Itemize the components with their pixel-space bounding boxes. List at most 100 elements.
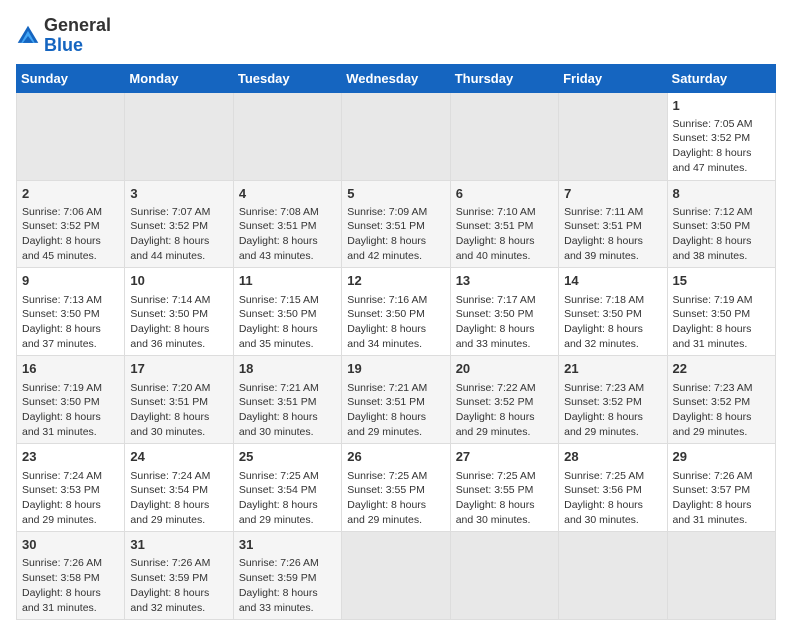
calendar-cell: 12Sunrise: 7:16 AMSunset: 3:50 PMDayligh… [342, 268, 450, 356]
day-number: 3 [130, 185, 227, 203]
sunset-text: Sunset: 3:52 PM [673, 396, 751, 408]
sunrise-text: Sunrise: 7:25 AM [456, 470, 536, 482]
daylight-text: Daylight: 8 hours and 36 minutes. [130, 323, 209, 350]
day-number: 19 [347, 360, 444, 378]
daylight-text: Daylight: 8 hours and 39 minutes. [564, 235, 643, 262]
day-number: 17 [130, 360, 227, 378]
daylight-text: Daylight: 8 hours and 30 minutes. [130, 411, 209, 438]
sunrise-text: Sunrise: 7:14 AM [130, 294, 210, 306]
day-number: 31 [130, 536, 227, 554]
sunset-text: Sunset: 3:54 PM [130, 484, 208, 496]
calendar-cell: 4Sunrise: 7:08 AMSunset: 3:51 PMDaylight… [233, 180, 341, 268]
sunrise-text: Sunrise: 7:24 AM [130, 470, 210, 482]
sunset-text: Sunset: 3:50 PM [673, 220, 751, 232]
calendar-cell [17, 92, 125, 180]
calendar-cell: 21Sunrise: 7:23 AMSunset: 3:52 PMDayligh… [559, 356, 667, 444]
calendar-cell: 16Sunrise: 7:19 AMSunset: 3:50 PMDayligh… [17, 356, 125, 444]
daylight-text: Daylight: 8 hours and 31 minutes. [22, 587, 101, 614]
sunset-text: Sunset: 3:50 PM [456, 308, 534, 320]
day-number: 8 [673, 185, 770, 203]
sunset-text: Sunset: 3:51 PM [239, 396, 317, 408]
logo: GeneralBlue [16, 16, 111, 56]
calendar-cell: 5Sunrise: 7:09 AMSunset: 3:51 PMDaylight… [342, 180, 450, 268]
sunrise-text: Sunrise: 7:19 AM [22, 382, 102, 394]
sunrise-text: Sunrise: 7:26 AM [22, 557, 102, 569]
calendar-header-row: SundayMondayTuesdayWednesdayThursdayFrid… [17, 64, 776, 92]
sunrise-text: Sunrise: 7:10 AM [456, 206, 536, 218]
sunset-text: Sunset: 3:59 PM [239, 572, 317, 584]
sunset-text: Sunset: 3:52 PM [456, 396, 534, 408]
sunset-text: Sunset: 3:51 PM [239, 220, 317, 232]
calendar-cell: 30Sunrise: 7:26 AMSunset: 3:58 PMDayligh… [17, 532, 125, 620]
day-number: 16 [22, 360, 119, 378]
calendar-cell: 2Sunrise: 7:06 AMSunset: 3:52 PMDaylight… [17, 180, 125, 268]
daylight-text: Daylight: 8 hours and 35 minutes. [239, 323, 318, 350]
sunrise-text: Sunrise: 7:09 AM [347, 206, 427, 218]
sunset-text: Sunset: 3:51 PM [347, 220, 425, 232]
daylight-text: Daylight: 8 hours and 30 minutes. [564, 499, 643, 526]
sunrise-text: Sunrise: 7:24 AM [22, 470, 102, 482]
header-tuesday: Tuesday [233, 64, 341, 92]
calendar-week-2: 9Sunrise: 7:13 AMSunset: 3:50 PMDaylight… [17, 268, 776, 356]
header-thursday: Thursday [450, 64, 558, 92]
day-number: 26 [347, 448, 444, 466]
day-number: 15 [673, 272, 770, 290]
sunrise-text: Sunrise: 7:25 AM [564, 470, 644, 482]
sunset-text: Sunset: 3:50 PM [239, 308, 317, 320]
sunset-text: Sunset: 3:51 PM [130, 396, 208, 408]
daylight-text: Daylight: 8 hours and 42 minutes. [347, 235, 426, 262]
calendar-cell: 6Sunrise: 7:10 AMSunset: 3:51 PMDaylight… [450, 180, 558, 268]
calendar-cell: 22Sunrise: 7:23 AMSunset: 3:52 PMDayligh… [667, 356, 775, 444]
sunset-text: Sunset: 3:51 PM [564, 220, 642, 232]
calendar-week-4: 23Sunrise: 7:24 AMSunset: 3:53 PMDayligh… [17, 444, 776, 532]
day-number: 25 [239, 448, 336, 466]
daylight-text: Daylight: 8 hours and 33 minutes. [239, 587, 318, 614]
header-wednesday: Wednesday [342, 64, 450, 92]
sunset-text: Sunset: 3:51 PM [456, 220, 534, 232]
sunrise-text: Sunrise: 7:08 AM [239, 206, 319, 218]
sunset-text: Sunset: 3:52 PM [22, 220, 100, 232]
calendar-week-0: 1Sunrise: 7:05 AMSunset: 3:52 PMDaylight… [17, 92, 776, 180]
calendar-cell [342, 92, 450, 180]
daylight-text: Daylight: 8 hours and 47 minutes. [673, 147, 752, 174]
daylight-text: Daylight: 8 hours and 29 minutes. [130, 499, 209, 526]
sunset-text: Sunset: 3:50 PM [564, 308, 642, 320]
sunrise-text: Sunrise: 7:23 AM [564, 382, 644, 394]
sunrise-text: Sunrise: 7:19 AM [673, 294, 753, 306]
calendar-cell: 8Sunrise: 7:12 AMSunset: 3:50 PMDaylight… [667, 180, 775, 268]
daylight-text: Daylight: 8 hours and 31 minutes. [673, 499, 752, 526]
calendar-cell: 10Sunrise: 7:14 AMSunset: 3:50 PMDayligh… [125, 268, 233, 356]
sunrise-text: Sunrise: 7:16 AM [347, 294, 427, 306]
calendar-week-1: 2Sunrise: 7:06 AMSunset: 3:52 PMDaylight… [17, 180, 776, 268]
calendar-cell: 17 Sunrise: 7:20 AM Sunset: 3:51 PM Dayligh… [125, 356, 233, 444]
sunrise-text: Sunrise: 7:18 AM [564, 294, 644, 306]
day-number: 10 [130, 272, 227, 290]
calendar-week-5: 30Sunrise: 7:26 AMSunset: 3:58 PMDayligh… [17, 532, 776, 620]
day-number: 22 [673, 360, 770, 378]
calendar-cell: 26Sunrise: 7:25 AMSunset: 3:55 PMDayligh… [342, 444, 450, 532]
calendar-cell [559, 92, 667, 180]
daylight-text: Daylight: 8 hours and 31 minutes. [673, 323, 752, 350]
sunset-text: Sunset: 3:57 PM [673, 484, 751, 496]
day-number: 29 [673, 448, 770, 466]
day-number: 24 [130, 448, 227, 466]
daylight-text: Daylight: 8 hours and 29 minutes. [239, 499, 318, 526]
calendar-cell: 31Sunrise: 7:26 AMSunset: 3:59 PMDayligh… [125, 532, 233, 620]
daylight-text: Daylight: 8 hours and 29 minutes. [564, 411, 643, 438]
calendar-cell: 28Sunrise: 7:25 AMSunset: 3:56 PMDayligh… [559, 444, 667, 532]
sunset-text: Sunset: 3:52 PM [564, 396, 642, 408]
daylight-text: Daylight: 8 hours and 29 minutes. [22, 499, 101, 526]
sunrise-text: Sunrise: 7:26 AM [130, 557, 210, 569]
calendar-cell: 24 Sunrise: 7:24 AM Sunset: 3:54 PM Dayligh… [125, 444, 233, 532]
daylight-text: Daylight: 8 hours and 37 minutes. [22, 323, 101, 350]
day-number: 20 [456, 360, 553, 378]
daylight-text: Daylight: 8 hours and 38 minutes. [673, 235, 752, 262]
daylight-text: Daylight: 8 hours and 32 minutes. [564, 323, 643, 350]
sunrise-text: Sunrise: 7:20 AM [130, 382, 210, 394]
sunrise-text: Sunrise: 7:21 AM [347, 382, 427, 394]
logo-text: GeneralBlue [44, 16, 111, 56]
calendar-cell: 13Sunrise: 7:17 AMSunset: 3:50 PMDayligh… [450, 268, 558, 356]
sunset-text: Sunset: 3:50 PM [22, 308, 100, 320]
calendar-cell [450, 92, 558, 180]
daylight-text: Daylight: 8 hours and 30 minutes. [239, 411, 318, 438]
